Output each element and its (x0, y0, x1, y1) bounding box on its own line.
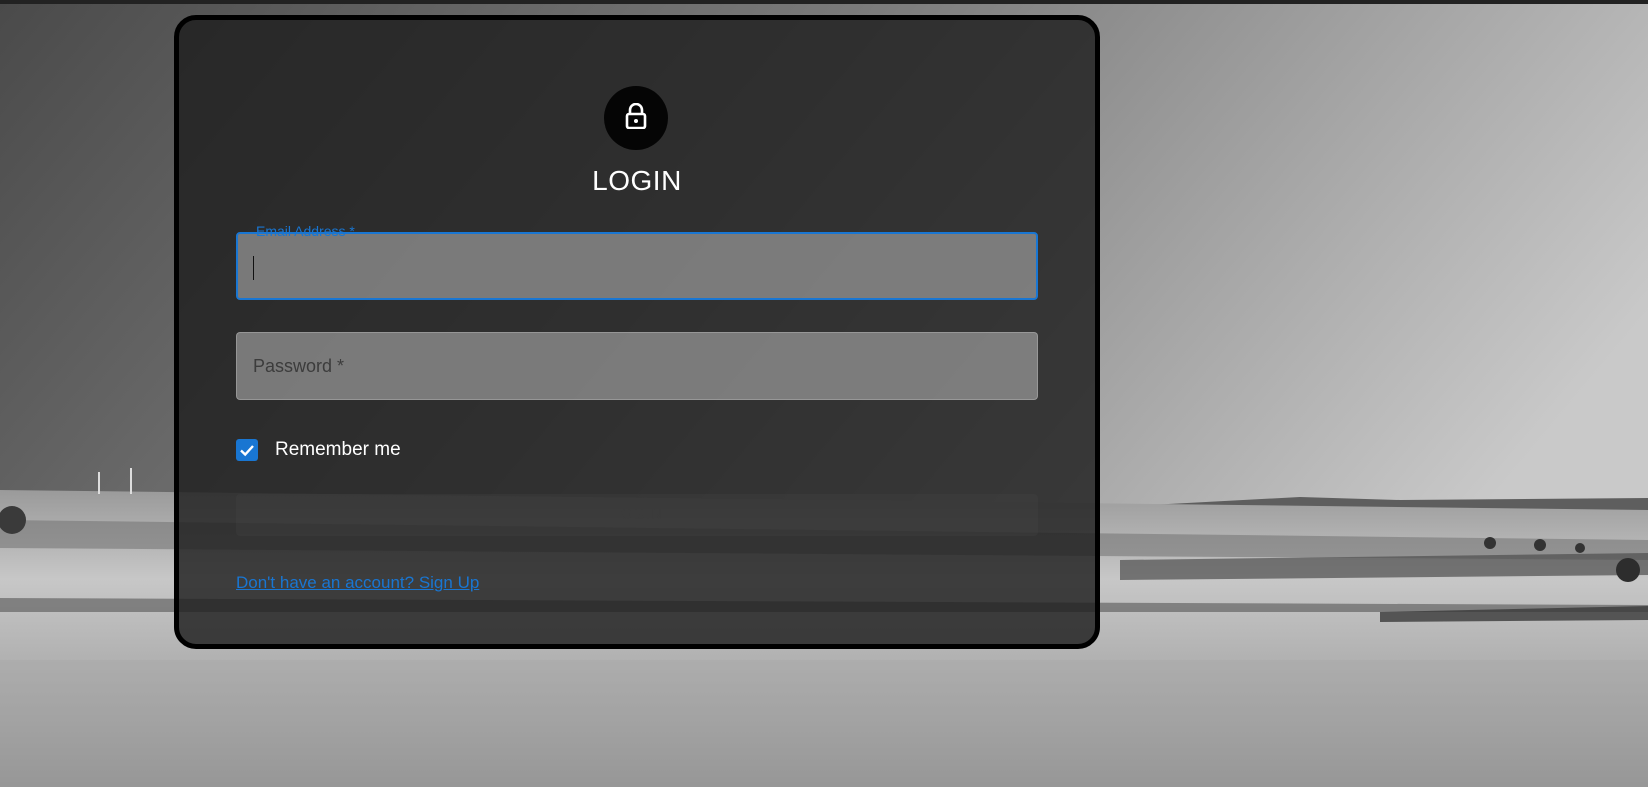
check-icon (240, 445, 254, 457)
lock-avatar (604, 86, 668, 150)
login-button[interactable]: LOGIN (236, 494, 1038, 536)
login-card: LOGIN Email Address * Password * Remembe… (174, 15, 1100, 649)
email-field-label: Email Address * (256, 223, 355, 239)
text-caret (253, 256, 254, 280)
remember-me-checkbox[interactable] (236, 439, 258, 461)
lock-icon (625, 102, 647, 134)
remember-me-control[interactable]: Remember me (236, 439, 401, 461)
page-title: LOGIN (592, 165, 682, 196)
email-field[interactable]: Email Address * (236, 223, 1038, 300)
remember-me-label: Remember me (275, 439, 401, 460)
password-placeholder: Password * (253, 356, 345, 376)
signup-link[interactable]: Don't have an account? Sign Up (236, 573, 479, 593)
password-field[interactable]: Password * (236, 332, 1038, 400)
